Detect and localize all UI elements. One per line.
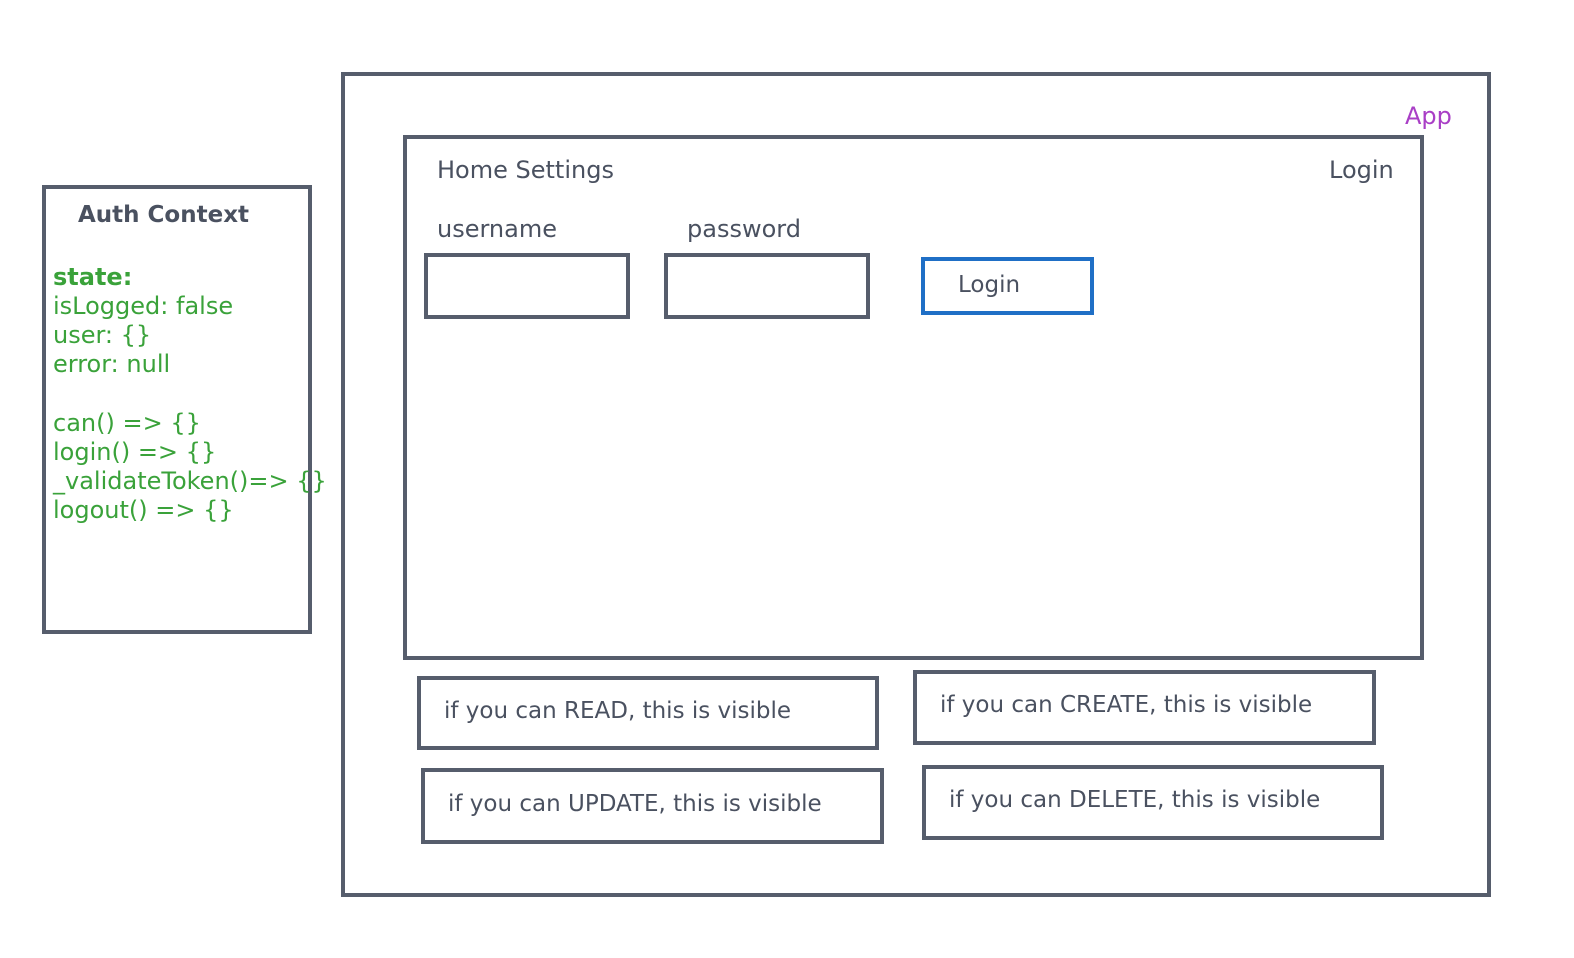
auth-state-label: state: (53, 263, 133, 291)
login-button-label: Login (958, 272, 1021, 298)
auth-method-can: can() => {} (53, 409, 201, 437)
auth-method-login: login() => {} (53, 438, 217, 466)
permission-read-text: if you can READ, this is visible (444, 698, 792, 724)
permission-create-text: if you can CREATE, this is visible (940, 692, 1313, 718)
password-input[interactable] (664, 253, 870, 319)
password-label: password (687, 215, 801, 243)
page-frame (403, 135, 1424, 660)
nav-login-link[interactable]: Login (1329, 158, 1394, 182)
nav-links[interactable]: Home Settings (437, 158, 614, 182)
permission-update-text: if you can UPDATE, this is visible (448, 791, 822, 817)
username-label: username (437, 215, 557, 243)
app-label: App (1405, 102, 1452, 130)
auth-method-validate-token: _validateToken()=> {} (53, 467, 327, 495)
auth-state-error: error: null (53, 350, 171, 378)
auth-state-user: user: {} (53, 321, 152, 349)
permission-delete-text: if you can DELETE, this is visible (949, 787, 1321, 813)
username-input[interactable] (424, 253, 630, 319)
auth-state-islogged: isLogged: false (53, 292, 234, 320)
auth-context-title: Auth Context (78, 202, 250, 228)
auth-method-logout: logout() => {} (53, 496, 234, 524)
